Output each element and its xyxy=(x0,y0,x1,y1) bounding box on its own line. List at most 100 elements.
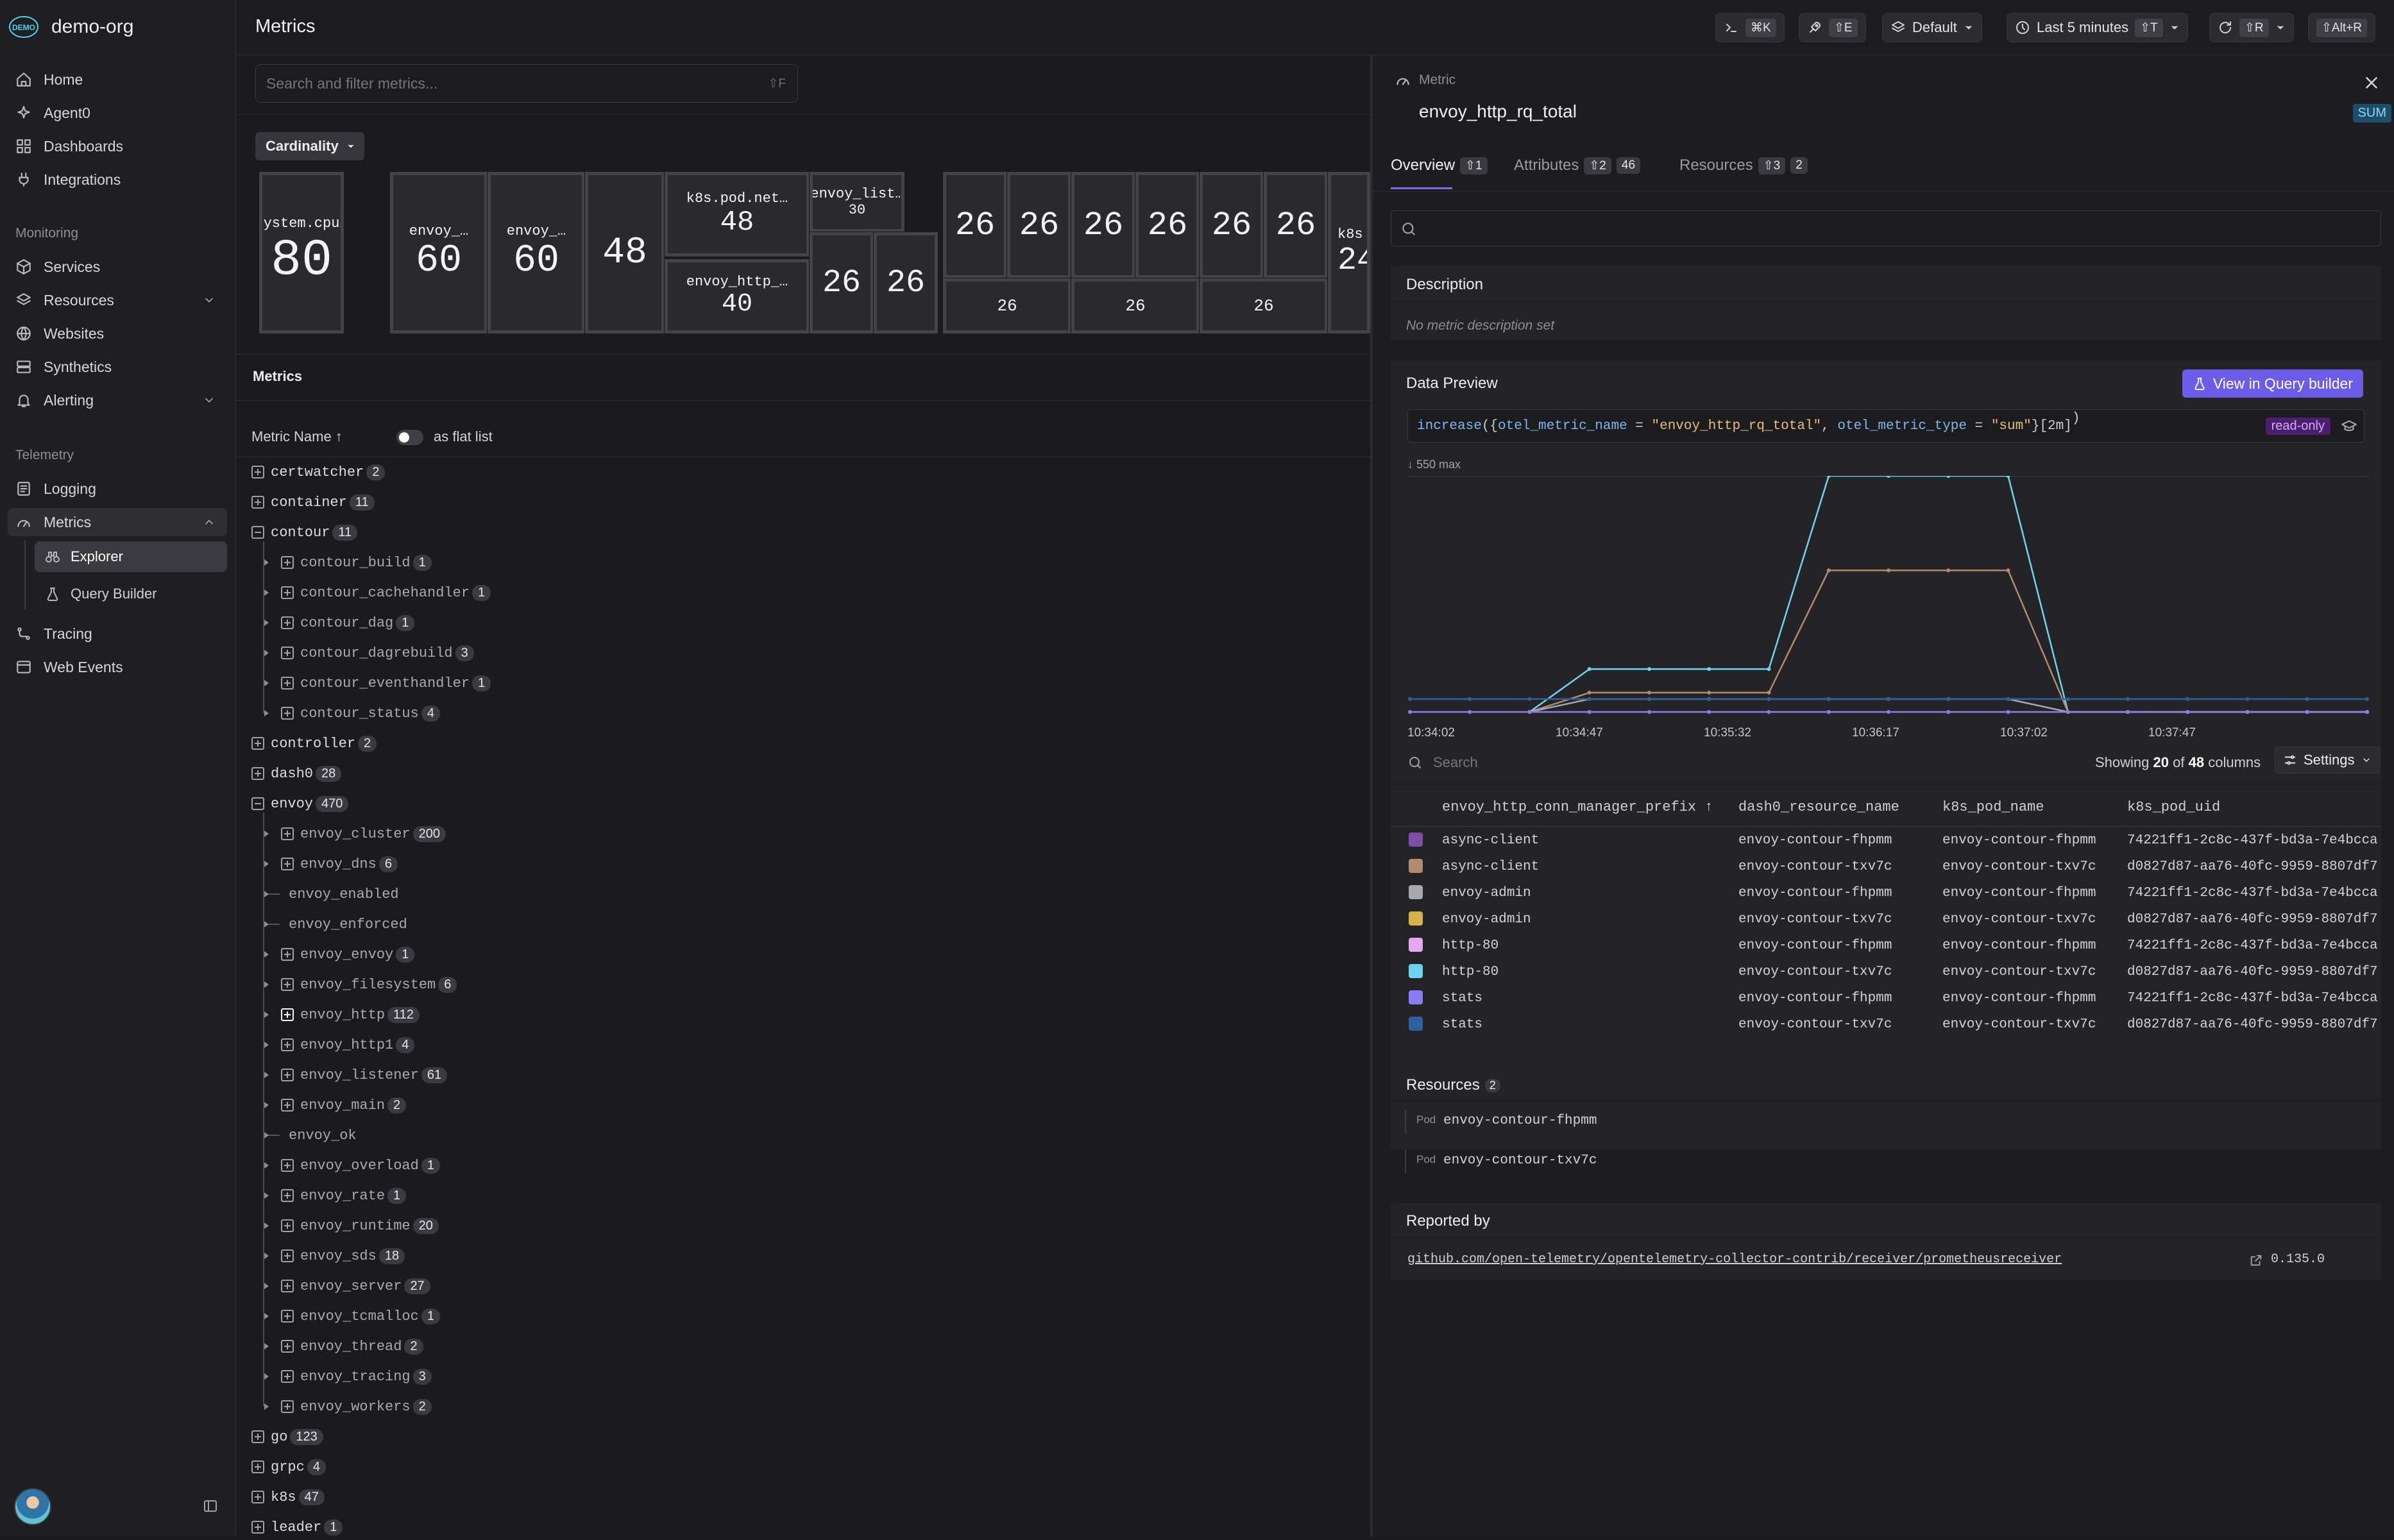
nav-websites[interactable]: Websites xyxy=(8,319,227,348)
expand-icon[interactable] xyxy=(251,466,264,478)
tab-attributes[interactable]: Attributes ⇧2 46 xyxy=(1514,157,1641,174)
collapse-icon[interactable] xyxy=(251,797,264,810)
expand-icon[interactable] xyxy=(281,827,294,840)
tree-row-envoy_http[interactable]: envoy_http 112 xyxy=(281,1002,420,1028)
treemap-tile[interactable]: envoy_http_… 40 xyxy=(664,258,810,334)
expand-icon[interactable] xyxy=(281,1400,294,1413)
tree-row-envoy_runtime[interactable]: envoy_runtime 20 xyxy=(281,1213,439,1239)
nav-alerting[interactable]: Alerting xyxy=(8,386,227,414)
sidebar-collapse-icon[interactable] xyxy=(203,1498,218,1514)
nav-query-builder[interactable]: Query Builder xyxy=(35,579,227,609)
nav-services[interactable]: Services xyxy=(8,253,227,281)
expand-icon[interactable] xyxy=(281,1189,294,1202)
column-header[interactable]: envoy_http_conn_manager_prefix ↑ xyxy=(1442,799,1713,815)
nav-home[interactable]: Home xyxy=(8,65,227,94)
expand-icon[interactable] xyxy=(281,1219,294,1232)
command-palette-button[interactable]: ⌘K xyxy=(1715,13,1785,42)
tree-row-contour_dag[interactable]: contour_dag 1 xyxy=(281,610,415,636)
resource-name[interactable]: envoy-contour-txv7c xyxy=(1443,1153,1597,1168)
tab-overview[interactable]: Overview ⇧1 xyxy=(1391,157,1488,174)
table-row[interactable]: envoy-admin envoy-contour-fhpmm envoy-cont… xyxy=(1391,880,2381,906)
dataset-select[interactable]: Default xyxy=(1882,13,1982,42)
promql-query[interactable]: increase({otel_metric_name = "envoy_http… xyxy=(1407,409,2364,443)
table-row[interactable]: stats envoy-contour-txv7c envoy-contour-tx… xyxy=(1391,1011,2381,1037)
treemap-tile[interactable]: system.cpu… 80 xyxy=(259,171,344,334)
tree-row-envoy_thread[interactable]: envoy_thread 2 xyxy=(281,1333,423,1359)
tree-row-envoy_filesystem[interactable]: envoy_filesystem 6 xyxy=(281,972,457,997)
table-row[interactable]: envoy-admin envoy-contour-txv7c envoy-cont… xyxy=(1391,906,2381,932)
org-switcher[interactable]: DEMO demo-org xyxy=(8,12,133,42)
expand-icon[interactable] xyxy=(251,767,264,780)
expand-icon[interactable] xyxy=(251,1460,264,1473)
tree-row-certwatcher[interactable]: certwatcher 2 xyxy=(251,459,386,485)
expand-icon[interactable] xyxy=(251,1491,264,1503)
tree-row-contour_cachehandler[interactable]: contour_cachehandler 1 xyxy=(281,580,491,605)
nav-integrations[interactable]: Integrations xyxy=(8,165,227,194)
treemap-tile[interactable]: 26 xyxy=(1199,278,1329,334)
nav-logging[interactable]: Logging xyxy=(8,475,227,503)
expand-icon[interactable] xyxy=(251,1521,264,1534)
column-header[interactable]: dash0_resource_name xyxy=(1738,799,1899,815)
treemap-tile[interactable]: 26 xyxy=(1199,171,1264,279)
tree-row-envoy_tcmalloc[interactable]: envoy_tcmalloc 1 xyxy=(281,1303,440,1329)
learn-icon[interactable] xyxy=(2341,418,2357,435)
expand-icon[interactable] xyxy=(281,1280,294,1292)
tree-row-container[interactable]: container 11 xyxy=(251,489,375,515)
nav-agent0[interactable]: Agent0 xyxy=(8,99,227,127)
tree-row-contour_dagrebuild[interactable]: contour_dagrebuild 3 xyxy=(281,640,474,666)
refresh-button[interactable]: ⇧R xyxy=(2209,13,2294,42)
treemap-tile[interactable]: 26 xyxy=(1071,171,1136,279)
expand-icon[interactable] xyxy=(281,858,294,870)
tree-row-envoy_listener[interactable]: envoy_listener 61 xyxy=(281,1062,448,1088)
treemap-tile[interactable]: 26 xyxy=(1071,278,1200,334)
treemap-tile[interactable]: 26 xyxy=(1135,171,1200,279)
tree-row-grpc[interactable]: grpc 4 xyxy=(251,1454,326,1480)
nav-dashboards[interactable]: Dashboards xyxy=(8,132,227,160)
nav-tracing[interactable]: Tracing xyxy=(8,620,227,648)
nav-explorer[interactable]: Explorer xyxy=(35,541,227,572)
table-row[interactable]: http-80 envoy-contour-txv7c envoy-contour-… xyxy=(1391,959,2381,985)
flat-list-toggle[interactable] xyxy=(396,430,423,445)
nav-web-events[interactable]: Web Events xyxy=(8,653,227,681)
tree-row-envoy_enforced[interactable]: envoy_enforced xyxy=(268,911,407,937)
auto-refresh-button[interactable]: ⇧Alt+R xyxy=(2308,13,2375,42)
tree-row-envoy_sds[interactable]: envoy_sds 18 xyxy=(281,1243,405,1269)
treemap-tile[interactable]: envoy_list… 30 xyxy=(809,171,905,233)
treemap-tile[interactable]: envoy_… 60 xyxy=(389,171,488,334)
resource-name[interactable]: envoy-contour-fhpmm xyxy=(1443,1113,1597,1128)
tree-row-contour_build[interactable]: contour_build 1 xyxy=(281,550,432,575)
table-settings-button[interactable]: Settings xyxy=(2275,747,2380,774)
treemap-tile[interactable]: 26 xyxy=(942,278,1072,334)
expand-icon[interactable] xyxy=(281,1069,294,1081)
table-row[interactable]: http-80 envoy-contour-fhpmm envoy-contour-… xyxy=(1391,933,2381,958)
column-header[interactable]: k8s_pod_name xyxy=(1942,799,2044,815)
tree-row-envoy_overload[interactable]: envoy_overload 1 xyxy=(281,1153,440,1178)
attribute-search-input[interactable] xyxy=(1391,210,2381,246)
tree-row-go[interactable]: go 123 xyxy=(251,1424,323,1450)
treemap-tile[interactable]: envoy_… 60 xyxy=(487,171,586,334)
tree-row-leader[interactable]: leader 1 xyxy=(251,1514,343,1540)
treemap-tile[interactable]: 26 xyxy=(942,171,1008,279)
table-row[interactable]: async-client envoy-contour-fhpmm envoy-con… xyxy=(1391,827,2381,853)
treemap-tile[interactable]: k8s.pod.net… 48 xyxy=(664,171,810,257)
receiver-link[interactable]: github.com/open-telemetry/opentelemetry-… xyxy=(1407,1252,2062,1267)
tree-row-contour[interactable]: contour 11 xyxy=(251,520,358,545)
treemap-tile[interactable]: k8s24 xyxy=(1327,171,1371,334)
table-row[interactable]: stats envoy-contour-fhpmm envoy-contour-fh… xyxy=(1391,985,2381,1011)
treemap-tile[interactable]: 26 xyxy=(809,232,874,334)
collapse-icon[interactable] xyxy=(251,526,264,539)
tree-row-envoy_server[interactable]: envoy_server 27 xyxy=(281,1273,430,1299)
expand-icon[interactable] xyxy=(281,948,294,961)
nav-resources[interactable]: Resources xyxy=(8,286,227,314)
tree-row-envoy_workers[interactable]: envoy_workers 2 xyxy=(281,1394,432,1419)
expand-icon[interactable] xyxy=(281,1340,294,1353)
expand-icon[interactable] xyxy=(251,1430,264,1443)
treemap-tile[interactable]: 26 xyxy=(1263,171,1329,279)
tree-row-envoy_cluster[interactable]: envoy_cluster 200 xyxy=(281,821,446,847)
expand-icon[interactable] xyxy=(281,707,294,720)
time-range-select[interactable]: Last 5 minutes ⇧T xyxy=(2007,13,2188,42)
share-button[interactable]: ⇧E xyxy=(1799,13,1866,42)
table-search-input[interactable]: Search xyxy=(1407,754,1478,771)
expand-icon[interactable] xyxy=(281,616,294,629)
tree-row-envoy_envoy[interactable]: envoy_envoy 1 xyxy=(281,942,415,967)
